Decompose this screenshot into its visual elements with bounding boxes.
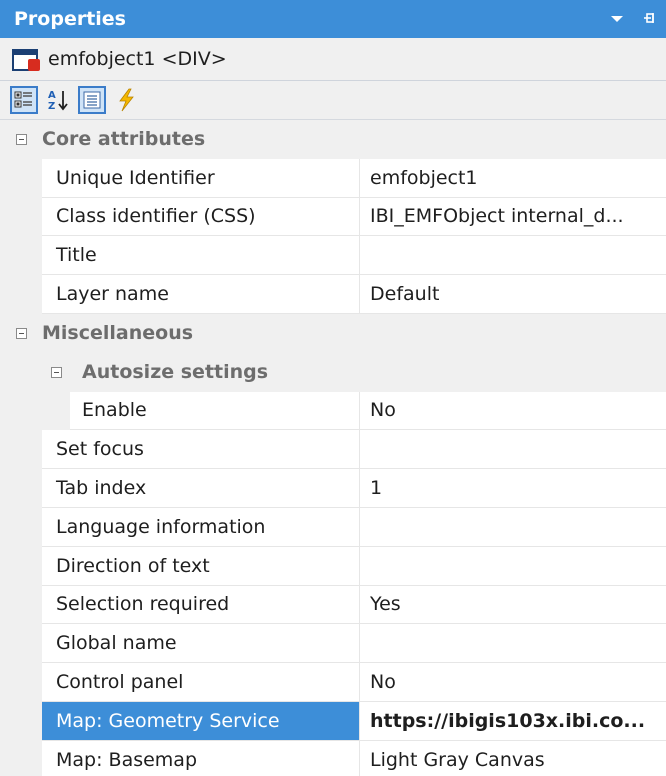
- property-value[interactable]: [360, 430, 666, 470]
- panel-titlebar: Properties: [0, 0, 666, 38]
- dropdown-arrow-icon[interactable]: [610, 11, 624, 27]
- property-row[interactable]: Enable No: [0, 391, 666, 431]
- titlebar-controls: [610, 0, 656, 38]
- property-name: Selection required: [42, 585, 360, 625]
- property-row[interactable]: Class identifier (CSS) IBI_EMFObject int…: [0, 197, 666, 237]
- svg-text:A: A: [48, 90, 56, 101]
- property-value[interactable]: Default: [360, 275, 666, 314]
- property-value[interactable]: Light Gray Canvas: [360, 741, 666, 776]
- subcategory-autosize-settings[interactable]: Autosize settings: [0, 352, 666, 392]
- property-name: Class identifier (CSS): [42, 197, 360, 237]
- category-miscellaneous[interactable]: Miscellaneous: [0, 313, 666, 353]
- property-name: Tab index: [42, 469, 360, 508]
- html-element-icon: [10, 47, 40, 71]
- property-name: Enable: [70, 391, 360, 431]
- property-value[interactable]: emfobject1: [360, 159, 666, 198]
- properties-icon: [83, 91, 101, 109]
- property-value[interactable]: [360, 236, 666, 276]
- categorized-button[interactable]: [10, 86, 38, 114]
- property-row[interactable]: Set focus: [0, 430, 666, 470]
- properties-panel: Properties emfobject1 <DIV> A Z Core att…: [0, 0, 666, 776]
- property-value[interactable]: [360, 547, 666, 586]
- categorized-icon: [14, 91, 32, 108]
- property-row[interactable]: Layer name Default: [0, 275, 666, 314]
- property-name: Language information: [42, 507, 360, 547]
- property-value[interactable]: IBI_EMFObject internal_d...: [360, 198, 666, 237]
- alphabetical-button[interactable]: A Z: [44, 86, 72, 114]
- object-name: emfobject1 <DIV>: [48, 48, 227, 70]
- property-row[interactable]: Control panel No: [0, 663, 666, 702]
- svg-text:Z: Z: [48, 101, 55, 112]
- collapse-icon[interactable]: [15, 327, 27, 339]
- property-row[interactable]: Unique Identifier emfobject1: [0, 158, 666, 198]
- property-name: Layer name: [42, 275, 360, 314]
- property-name: Set focus: [42, 430, 360, 470]
- property-value[interactable]: [360, 508, 666, 547]
- property-name: Title: [42, 236, 360, 276]
- property-name: Direction of text: [42, 546, 360, 586]
- alphabetical-icon: A Z: [48, 90, 68, 112]
- property-row[interactable]: Tab index 1: [0, 469, 666, 508]
- property-row[interactable]: Language information: [0, 507, 666, 547]
- property-row[interactable]: Selection required Yes: [0, 585, 666, 625]
- property-row[interactable]: Title: [0, 236, 666, 276]
- property-value[interactable]: 1: [360, 469, 666, 508]
- property-name: Map: Basemap: [42, 740, 360, 776]
- property-value[interactable]: No: [360, 392, 666, 431]
- panel-title: Properties: [14, 8, 126, 30]
- property-value[interactable]: [360, 624, 666, 664]
- property-value[interactable]: Yes: [360, 586, 666, 625]
- events-icon: [119, 88, 134, 112]
- events-button[interactable]: [112, 86, 140, 114]
- object-selector[interactable]: emfobject1 <DIV>: [0, 38, 666, 81]
- property-name: Unique Identifier: [42, 158, 360, 198]
- property-name: Control panel: [42, 663, 360, 702]
- collapse-icon[interactable]: [50, 366, 62, 378]
- properties-toolbar: A Z: [0, 81, 666, 120]
- collapse-icon[interactable]: [15, 133, 27, 145]
- property-row-selected[interactable]: Map: Geometry Service https://ibigis103x…: [0, 701, 666, 741]
- properties-button[interactable]: [78, 86, 106, 114]
- property-grid: Core attributes Unique Identifier emfobj…: [0, 120, 666, 776]
- property-value[interactable]: No: [360, 663, 666, 702]
- pin-icon[interactable]: [642, 11, 656, 28]
- property-row[interactable]: Map: Basemap Light Gray Canvas: [0, 740, 666, 776]
- property-name: Global name: [42, 624, 360, 664]
- property-value[interactable]: https://ibigis103x.ibi.co...: [360, 702, 666, 741]
- category-core-attributes[interactable]: Core attributes: [0, 120, 666, 159]
- property-name: Map: Geometry Service: [42, 701, 360, 741]
- property-row[interactable]: Global name: [0, 624, 666, 664]
- property-row[interactable]: Direction of text: [0, 546, 666, 586]
